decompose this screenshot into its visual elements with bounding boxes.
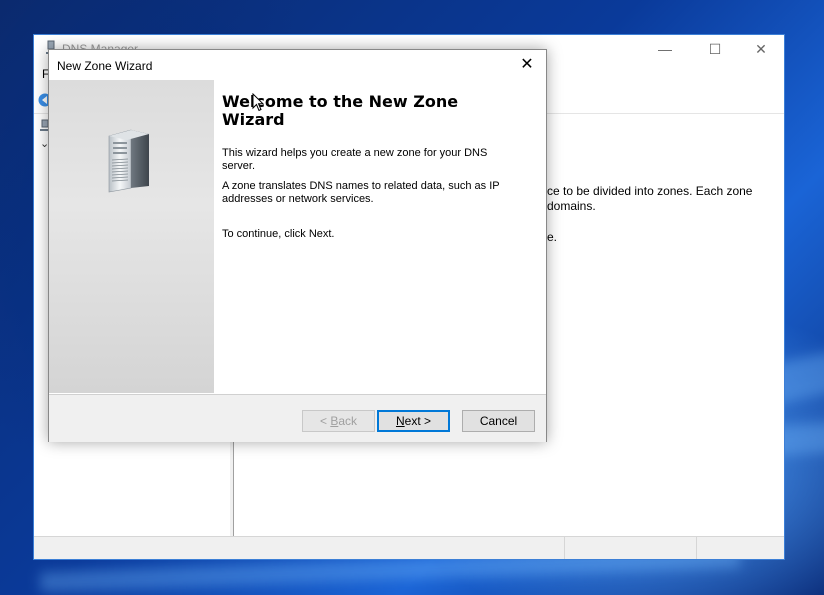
back-button-prefix: <: [319, 414, 331, 428]
maximize-button[interactable]: ☐: [692, 37, 738, 61]
cancel-button[interactable]: Cancel: [462, 410, 535, 432]
next-button-mnemonic: N: [395, 414, 405, 428]
new-zone-wizard-dialog: New Zone Wizard ✕ Welcome to the New Zon…: [48, 49, 547, 442]
status-bar: [34, 536, 784, 559]
back-button[interactable]: < Back: [302, 410, 375, 432]
status-segment: [564, 537, 697, 559]
details-text-line: domains.: [547, 199, 596, 213]
minimize-button[interactable]: —: [642, 37, 688, 61]
wizard-heading: Welcome to the New Zone Wizard: [222, 92, 459, 129]
wizard-title: New Zone Wizard: [57, 59, 153, 73]
next-button-label: ext >: [404, 414, 432, 428]
details-text-line: ce to be divided into zones. Each zone: [547, 184, 753, 198]
server-tower-icon: [108, 129, 149, 193]
wizard-intro-text: This wizard helps you create a new zone …: [222, 147, 488, 172]
mouse-cursor-icon: [252, 93, 264, 112]
wizard-zone-description: A zone translates DNS names to related d…: [222, 180, 500, 205]
wizard-button-bar: < Back Next > Cancel: [49, 394, 546, 442]
wizard-close-button[interactable]: ✕: [512, 53, 542, 77]
wizard-side-panel: [49, 80, 214, 393]
wizard-titlebar: New Zone Wizard ✕: [49, 50, 546, 80]
next-button[interactable]: Next >: [377, 410, 450, 432]
status-segment: [696, 537, 785, 559]
wizard-content: Welcome to the New Zone Wizard This wiza…: [214, 80, 546, 393]
close-button[interactable]: ✕: [738, 37, 784, 61]
details-text-line: e.: [547, 230, 558, 244]
back-button-label: ack: [338, 414, 358, 428]
wizard-continue-text: To continue, click Next.: [222, 228, 335, 240]
